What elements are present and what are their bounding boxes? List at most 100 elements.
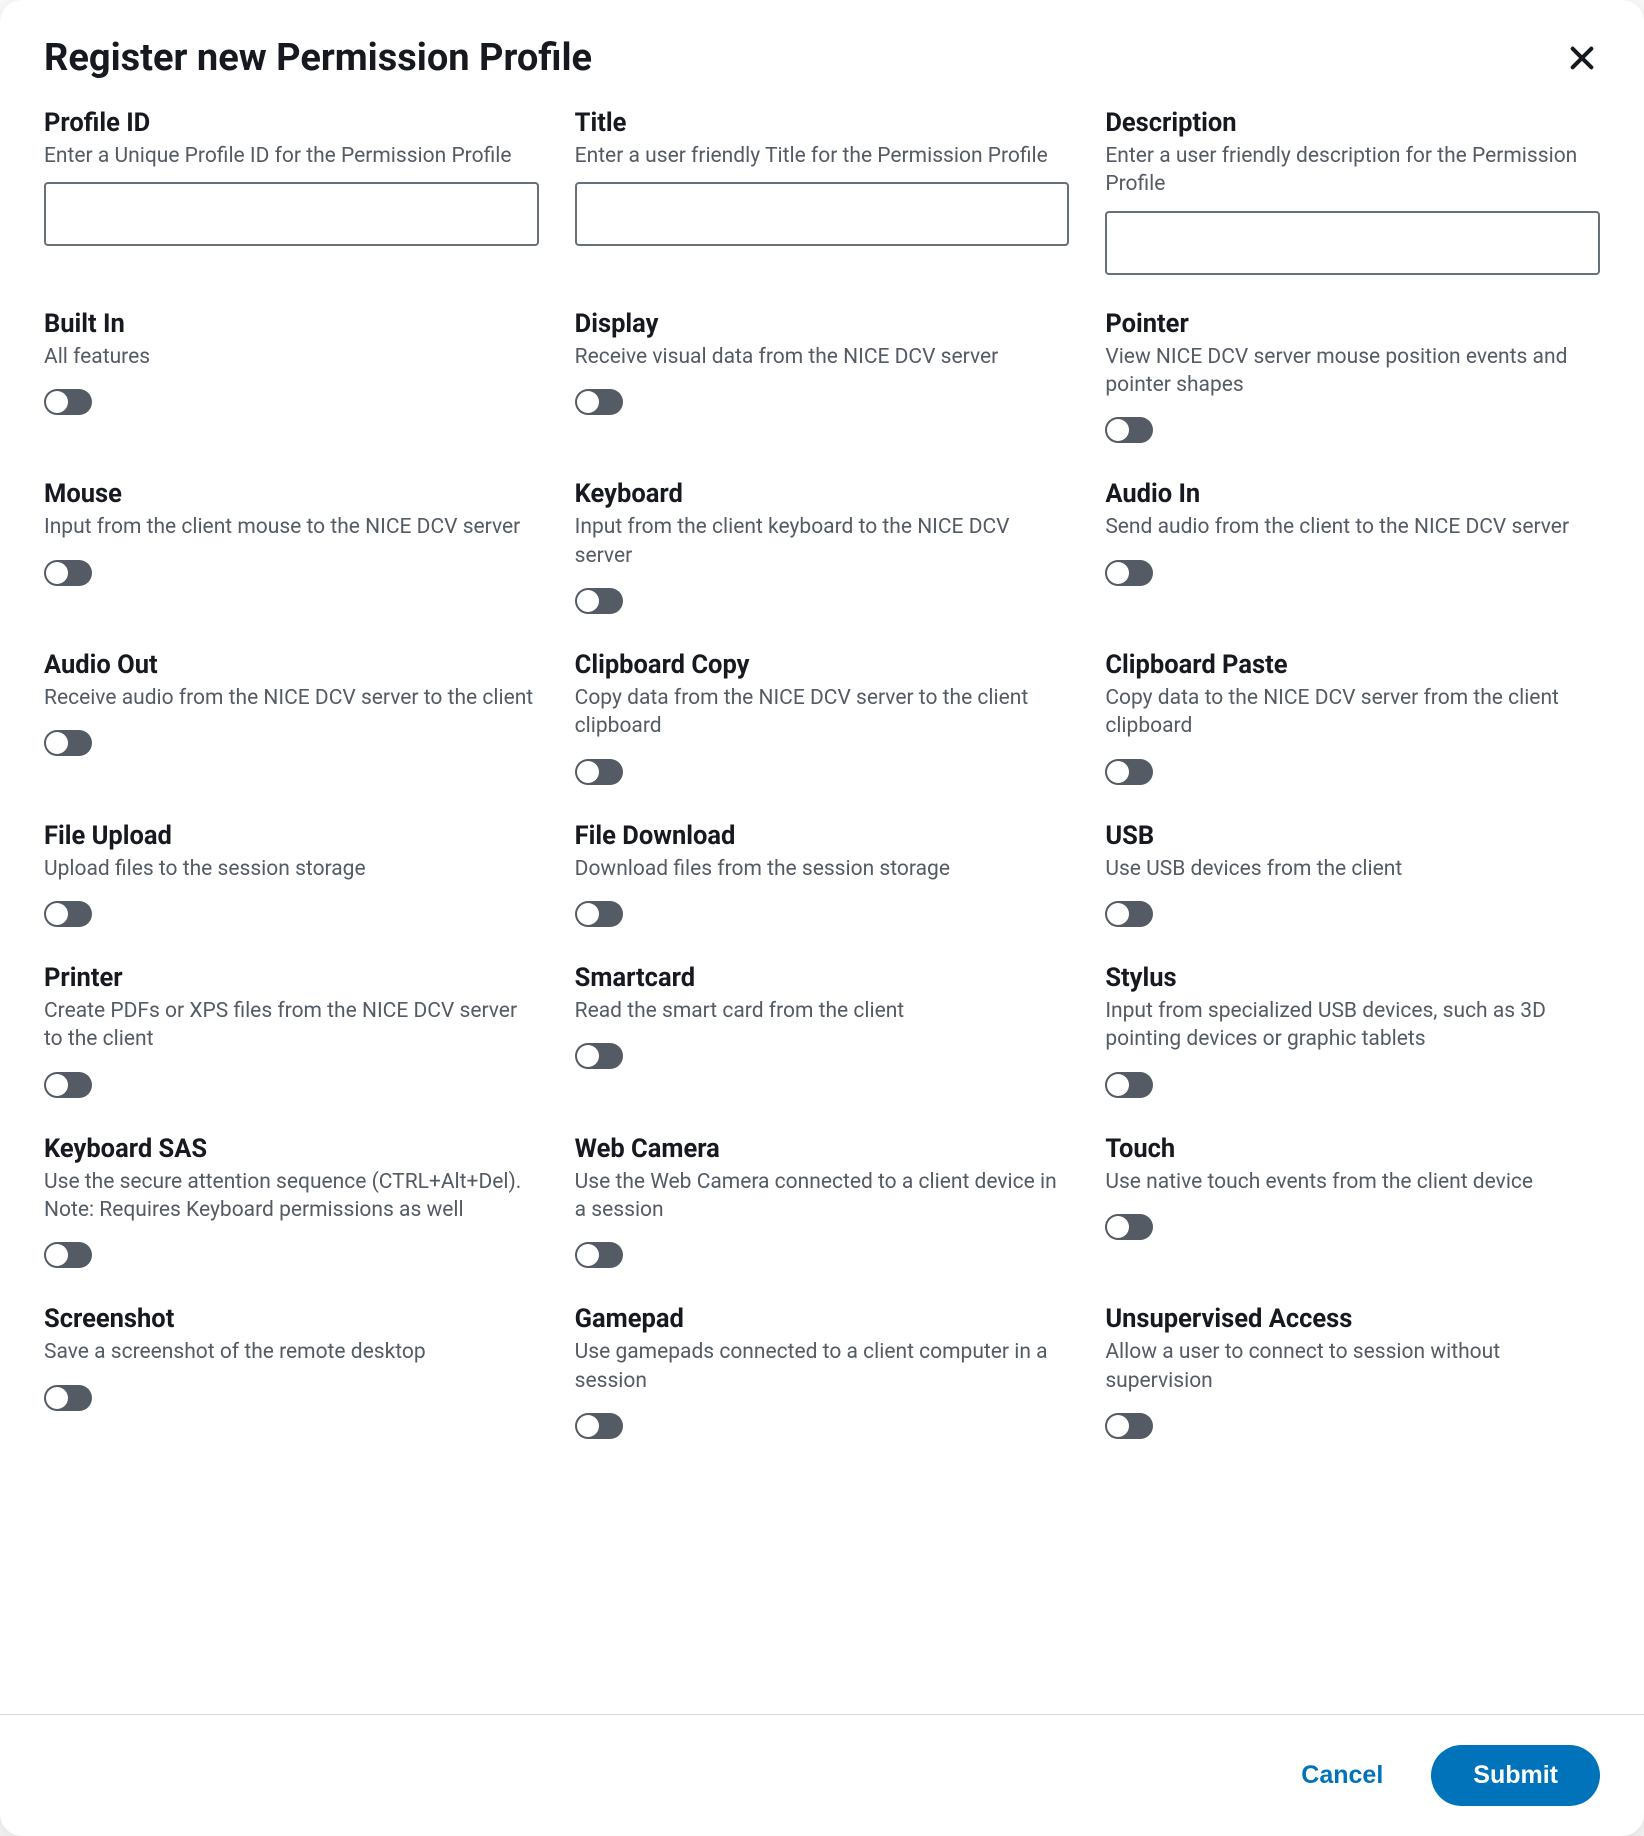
web-camera-toggle[interactable]: [575, 1242, 623, 1268]
touch-toggle[interactable]: [1105, 1214, 1153, 1240]
description-input[interactable]: [1105, 211, 1600, 275]
clipboard-copy-toggle[interactable]: [575, 759, 623, 785]
feature-keyboard: Keyboard Input from the client keyboard t…: [575, 479, 1070, 614]
keyboard-sas-label: Keyboard SAS: [44, 1134, 539, 1164]
file-download-label: File Download: [575, 821, 1070, 851]
file-upload-label: File Upload: [44, 821, 539, 851]
feature-clipboard-paste: Clipboard Paste Copy data to the NICE DCV…: [1105, 650, 1600, 785]
file-upload-toggle[interactable]: [44, 901, 92, 927]
built-in-help: All features: [44, 343, 539, 371]
mouse-label: Mouse: [44, 479, 539, 509]
feature-keyboard-sas: Keyboard SASUse the secure attention seq…: [44, 1134, 539, 1269]
clipboard-paste-toggle[interactable]: [1105, 759, 1153, 785]
field-title: TitleEnter a user friendly Title for the…: [575, 108, 1070, 275]
pointer-toggle[interactable]: [1105, 417, 1153, 443]
toggle-knob-icon: [1107, 1216, 1129, 1238]
audio-out-help: Receive audio from the NICE DCV server t…: [44, 684, 539, 712]
display-toggle[interactable]: [575, 389, 623, 415]
touch-help: Use native touch events from the client …: [1105, 1168, 1600, 1196]
gamepad-label: Gamepad: [575, 1304, 1070, 1334]
file-upload-help: Upload files to the session storage: [44, 855, 539, 883]
gamepad-help: Use gamepads connected to a client compu…: [575, 1338, 1070, 1395]
keyboard-toggle[interactable]: [575, 588, 623, 614]
toggle-knob-icon: [577, 903, 599, 925]
toggle-knob-icon: [46, 1244, 68, 1266]
feature-printer: PrinterCreate PDFs or XPS files from the…: [44, 963, 539, 1098]
toggle-knob-icon: [577, 761, 599, 783]
field-description: Description Enter a user friendly descrip…: [1105, 108, 1600, 275]
file-download-help: Download files from the session storage: [575, 855, 1070, 883]
mouse-toggle[interactable]: [44, 560, 92, 586]
mouse-help: Input from the client mouse to the NICE …: [44, 513, 539, 541]
file-download-toggle[interactable]: [575, 901, 623, 927]
screenshot-toggle[interactable]: [44, 1385, 92, 1411]
keyboard-label: Keyboard: [575, 479, 1070, 509]
title-help: Enter a user friendly Title for the Perm…: [575, 142, 1070, 170]
usb-help: Use USB devices from the client: [1105, 855, 1600, 883]
clipboard-copy-help: Copy data from the NICE DCV server to th…: [575, 684, 1070, 741]
smartcard-toggle[interactable]: [575, 1043, 623, 1069]
feature-built-in: Built In All features: [44, 309, 539, 444]
toggle-knob-icon: [46, 562, 68, 584]
smartcard-help: Read the smart card from the client: [575, 997, 1070, 1025]
toggle-knob-icon: [1107, 419, 1129, 441]
description-help: Enter a user friendly description for th…: [1105, 142, 1600, 199]
clipboard-paste-label: Clipboard Paste: [1105, 650, 1600, 680]
toggle-knob-icon: [1107, 1415, 1129, 1437]
keyboard-sas-toggle[interactable]: [44, 1242, 92, 1268]
web-camera-help: Use the Web Camera connected to a client…: [575, 1168, 1070, 1225]
cancel-button[interactable]: Cancel: [1281, 1747, 1403, 1804]
features-grid: Built In All features Display Receive visua…: [44, 309, 1600, 1439]
toggle-knob-icon: [46, 1387, 68, 1409]
display-help: Receive visual data from the NICE DCV se…: [575, 343, 1070, 371]
clipboard-paste-help: Copy data to the NICE DCV server from th…: [1105, 684, 1600, 741]
audio-out-toggle[interactable]: [44, 730, 92, 756]
title-input[interactable]: [575, 182, 1070, 246]
audio-in-toggle[interactable]: [1105, 560, 1153, 586]
feature-mouse: Mouse Input from the client mouse to the …: [44, 479, 539, 614]
close-icon: [1566, 42, 1598, 74]
feature-screenshot: Screenshot Save a screenshot of the remot…: [44, 1304, 539, 1439]
close-button[interactable]: [1564, 40, 1600, 76]
screenshot-label: Screenshot: [44, 1304, 539, 1334]
printer-toggle[interactable]: [44, 1072, 92, 1098]
feature-stylus: StylusInput from specialized USB devices…: [1105, 963, 1600, 1098]
web-camera-label: Web Camera: [575, 1134, 1070, 1164]
stylus-help: Input from specialized USB devices, such…: [1105, 997, 1600, 1054]
toggle-knob-icon: [577, 1244, 599, 1266]
dialog-footer: Cancel Submit: [0, 1714, 1644, 1836]
unsupervised-access-help: Allow a user to connect to session witho…: [1105, 1338, 1600, 1395]
toggle-knob-icon: [46, 391, 68, 413]
usb-label: USB: [1105, 821, 1600, 851]
stylus-toggle[interactable]: [1105, 1072, 1153, 1098]
built-in-toggle[interactable]: [44, 389, 92, 415]
audio-out-label: Audio Out: [44, 650, 539, 680]
built-in-label: Built In: [44, 309, 539, 339]
screenshot-help: Save a screenshot of the remote desktop: [44, 1338, 539, 1366]
feature-unsupervised-access: Unsupervised Access Allow a user to conne…: [1105, 1304, 1600, 1439]
gamepad-toggle[interactable]: [575, 1413, 623, 1439]
dialog-title: Register new Permission Profile: [44, 36, 592, 80]
clipboard-copy-label: Clipboard Copy: [575, 650, 1070, 680]
usb-toggle[interactable]: [1105, 901, 1153, 927]
description-label: Description: [1105, 108, 1600, 138]
toggle-knob-icon: [1107, 562, 1129, 584]
printer-help: Create PDFs or XPS files from the NICE D…: [44, 997, 539, 1054]
profile-id-input[interactable]: [44, 182, 539, 246]
submit-button[interactable]: Submit: [1431, 1745, 1600, 1806]
toggle-knob-icon: [577, 1415, 599, 1437]
profile-id-label: Profile ID: [44, 108, 539, 138]
toggle-knob-icon: [577, 590, 599, 612]
feature-pointer: PointerView NICE DCV server mouse positi…: [1105, 309, 1600, 444]
toggle-knob-icon: [1107, 761, 1129, 783]
touch-label: Touch: [1105, 1134, 1600, 1164]
unsupervised-access-toggle[interactable]: [1105, 1413, 1153, 1439]
display-label: Display: [575, 309, 1070, 339]
audio-in-label: Audio In: [1105, 479, 1600, 509]
feature-display: Display Receive visual data from the NICE…: [575, 309, 1070, 444]
smartcard-label: Smartcard: [575, 963, 1070, 993]
feature-web-camera: Web Camera Use the Web Camera connected t…: [575, 1134, 1070, 1269]
toggle-knob-icon: [1107, 1074, 1129, 1096]
unsupervised-access-label: Unsupervised Access: [1105, 1304, 1600, 1334]
keyboard-help: Input from the client keyboard to the NI…: [575, 513, 1070, 570]
